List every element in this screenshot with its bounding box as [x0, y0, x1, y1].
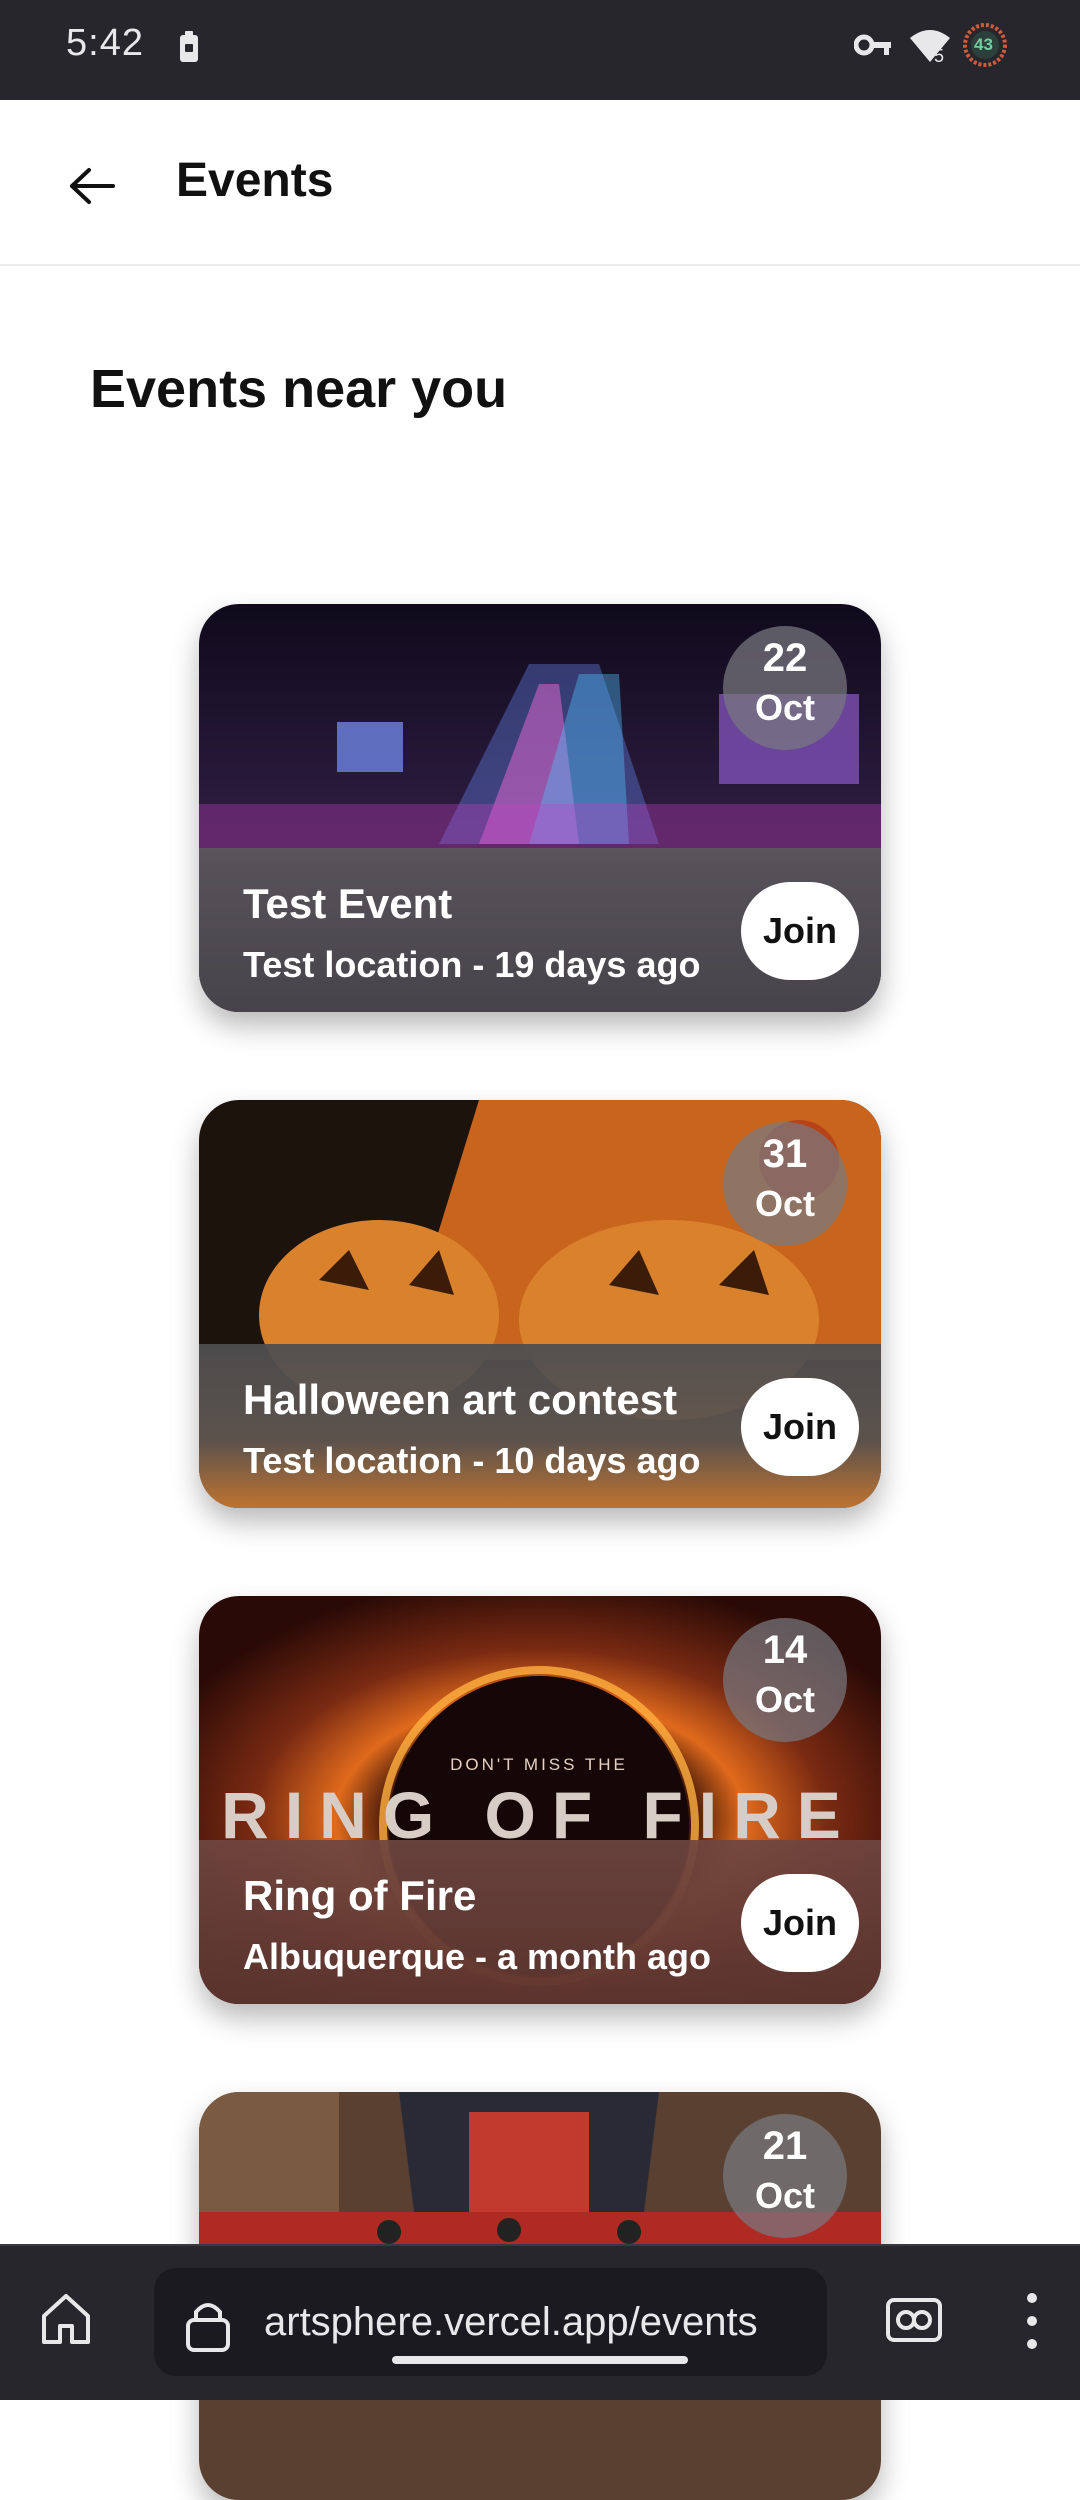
date-day: 22: [762, 636, 808, 680]
date-month: Oct: [754, 687, 815, 728]
join-button[interactable]: Join: [741, 1378, 859, 1476]
home-icon: [42, 2294, 90, 2344]
event-card[interactable]: DON'T MISS THE RING OF FIRE Ring of Fire…: [199, 1596, 881, 2004]
join-button[interactable]: Join: [741, 882, 859, 980]
date-month: Oct: [754, 1183, 815, 1224]
date-badge: 22 Oct: [723, 626, 847, 750]
date-badge: 31 Oct: [723, 1122, 847, 1246]
date-day: 14: [762, 1628, 808, 1672]
wifi-badge: 5: [934, 46, 945, 66]
event-subtitle: Test location - 10 days ago: [243, 1440, 701, 1481]
date-badge: 14 Oct: [723, 1618, 847, 1742]
event-title: Test Event: [243, 880, 453, 927]
battery-level-text: 43: [974, 35, 993, 54]
event-subtitle: Albuquerque - a month ago: [243, 1936, 711, 1977]
section-title: Events near you: [90, 359, 508, 419]
event-title: Halloween art contest: [243, 1376, 678, 1423]
status-time: 5:42: [66, 22, 144, 64]
lock-icon: [186, 2303, 230, 2352]
poster-small-text: DON'T MISS THE: [450, 1755, 628, 1774]
wifi-icon: [910, 30, 950, 62]
gesture-handle[interactable]: [392, 2356, 688, 2364]
date-badge: 21 Oct: [723, 2114, 847, 2238]
date-day: 31: [762, 1132, 808, 1176]
arrow-left-icon: [70, 168, 115, 204]
vpn-key-icon: [854, 34, 891, 56]
status-bar: 5:42 5 43: [0, 0, 1080, 100]
home-button[interactable]: [36, 2288, 96, 2348]
more-vert-icon: [1027, 2293, 1037, 2349]
back-button[interactable]: [52, 146, 132, 226]
event-title: Ring of Fire: [243, 1872, 477, 1919]
event-subtitle: Test location - 19 days ago: [243, 944, 701, 985]
url-text: artsphere.vercel.app/events: [264, 2300, 758, 2344]
browser-toolbar: artsphere.vercel.app/events: [0, 2244, 1080, 2400]
date-month: Oct: [754, 1679, 815, 1720]
reader-mode-button[interactable]: [884, 2290, 944, 2350]
event-card[interactable]: Halloween art contest Test location - 10…: [199, 1100, 881, 1508]
app-bar: Events: [0, 100, 1080, 266]
date-day: 21: [762, 2124, 808, 2168]
more-menu-button[interactable]: [1010, 2286, 1054, 2356]
join-button[interactable]: Join: [741, 1874, 859, 1972]
event-card[interactable]: Test Event Test location - 19 days ago J…: [199, 604, 881, 1012]
reader-mode-icon: [886, 2298, 942, 2342]
date-month: Oct: [754, 2175, 815, 2216]
page-title: Events: [176, 154, 334, 207]
battery-saver-icon: [180, 31, 198, 62]
